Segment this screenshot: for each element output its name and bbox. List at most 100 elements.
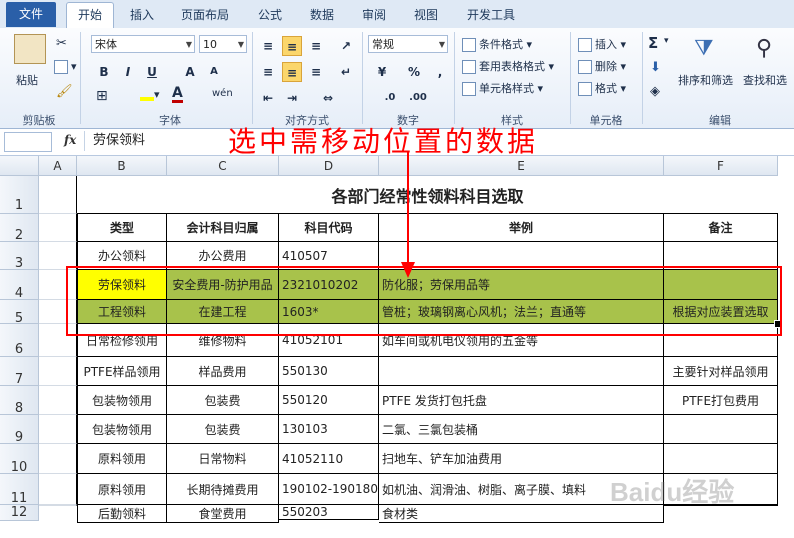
row-header[interactable]: 12	[0, 505, 39, 521]
data-cell[interactable]: 41052101	[279, 324, 379, 357]
insert-cells-button[interactable]: 插入 ▾	[578, 36, 626, 52]
row-header[interactable]: 11	[0, 474, 39, 506]
data-cell[interactable]: 在建工程	[167, 300, 279, 324]
fill-icon[interactable]: ⬇	[650, 60, 661, 75]
data-cell[interactable]: 1603*	[279, 300, 379, 324]
align-right-icon[interactable]: ≡	[306, 62, 326, 82]
empty-cell[interactable]	[39, 474, 77, 505]
data-cell[interactable]: 日常检修领用	[77, 324, 167, 357]
cell-styles-button[interactable]: 单元格样式 ▾	[462, 80, 543, 96]
merge-center-icon[interactable]: ⇔	[318, 88, 338, 108]
row-header[interactable]: 3	[0, 242, 39, 271]
align-middle-icon[interactable]: ≡	[282, 36, 302, 56]
fill-color-icon[interactable]: ▾	[140, 88, 160, 101]
data-cell[interactable]: 防化服；劳保用品等	[379, 270, 664, 300]
data-cell[interactable]	[379, 357, 664, 386]
data-cell[interactable]: 130103	[279, 415, 379, 444]
align-left-icon[interactable]: ≡	[258, 62, 278, 82]
paste-button[interactable]: 粘贴	[16, 72, 38, 88]
format-painter-icon[interactable]: 🖌	[56, 84, 73, 99]
clear-icon[interactable]: ◈	[650, 84, 660, 99]
autosum-button[interactable]: Σ	[648, 34, 658, 52]
empty-cell[interactable]	[39, 176, 77, 214]
data-cell[interactable]: 如车间或机电仪领用的五金等	[379, 324, 664, 357]
tab-formulas[interactable]: 公式	[250, 3, 290, 27]
conditional-format-button[interactable]: 条件格式 ▾	[462, 36, 532, 52]
data-cell[interactable]: 原料领用	[77, 444, 167, 474]
column-header[interactable]: F	[664, 156, 778, 176]
data-cell[interactable]: 维修物料	[167, 324, 279, 357]
tab-file[interactable]: 文件	[6, 2, 56, 27]
align-top-icon[interactable]: ≡	[258, 36, 278, 56]
data-cell[interactable]: 原料领用	[77, 474, 167, 505]
bold-button[interactable]: B	[94, 62, 114, 82]
tab-data[interactable]: 数据	[302, 3, 342, 27]
data-cell[interactable]	[664, 415, 778, 444]
data-cell[interactable]: PTFE打包费用	[664, 386, 778, 415]
empty-cell[interactable]	[39, 505, 77, 506]
data-cell[interactable]: PTFE 发货打包托盘	[379, 386, 664, 415]
shrink-font-button[interactable]: A	[204, 62, 224, 82]
header-cell[interactable]: 科目代码	[279, 214, 379, 242]
font-color-button[interactable]: A	[172, 86, 183, 103]
data-cell[interactable]: 劳保领料	[77, 270, 167, 300]
cut-icon[interactable]: ✂	[56, 36, 67, 51]
align-bottom-icon[interactable]: ≡	[306, 36, 326, 56]
data-cell[interactable]: 550203	[279, 505, 379, 520]
row-header[interactable]: 8	[0, 386, 39, 416]
autosum-dropdown-icon[interactable]: ▾	[664, 36, 669, 46]
row-header[interactable]: 10	[0, 444, 39, 475]
data-cell[interactable]: 后勤领料	[77, 505, 167, 523]
copy-icon[interactable]: ▾	[54, 60, 77, 74]
header-cell[interactable]: 备注	[664, 214, 778, 242]
empty-cell[interactable]	[39, 386, 77, 415]
data-cell[interactable]: 550130	[279, 357, 379, 386]
tab-review[interactable]: 审阅	[354, 3, 394, 27]
empty-cell[interactable]	[39, 357, 77, 386]
phonetic-button[interactable]: wén	[212, 88, 233, 99]
grow-font-button[interactable]: A	[180, 62, 200, 82]
data-cell[interactable]: 550120	[279, 386, 379, 415]
comma-button[interactable]: ,	[430, 62, 450, 82]
data-cell[interactable]: 190102-190180	[279, 474, 379, 505]
row-header[interactable]: 6	[0, 324, 39, 357]
increase-decimal-icon[interactable]: .0	[380, 88, 400, 108]
currency-icon[interactable]: ¥	[372, 62, 392, 82]
row-header[interactable]: 2	[0, 214, 39, 243]
data-cell[interactable]: 根据对应装置选取	[664, 300, 778, 324]
paste-icon[interactable]	[14, 34, 46, 64]
data-cell[interactable]: 包装费	[167, 415, 279, 444]
find-select-button[interactable]: 查找和选	[743, 72, 787, 88]
tab-page-layout[interactable]: 页面布局	[172, 3, 238, 27]
data-cell[interactable]	[664, 242, 778, 270]
find-icon[interactable]: ⚲	[756, 36, 772, 61]
row-header[interactable]: 7	[0, 357, 39, 387]
empty-cell[interactable]	[39, 270, 77, 300]
empty-cell[interactable]	[39, 324, 77, 357]
row-header[interactable]: 4	[0, 270, 39, 301]
data-cell[interactable]: 食堂费用	[167, 505, 279, 523]
data-cell[interactable]: 样品费用	[167, 357, 279, 386]
data-cell[interactable]: 主要针对样品领用	[664, 357, 778, 386]
empty-cell[interactable]	[39, 214, 77, 242]
orientation-icon[interactable]: ↗	[336, 36, 356, 56]
italic-button[interactable]: I	[118, 62, 138, 82]
data-cell[interactable]: 管桩；玻璃钢离心风机；法兰；直通等	[379, 300, 664, 324]
header-cell[interactable]: 会计科目归属	[167, 214, 279, 242]
select-all-corner[interactable]	[0, 156, 39, 176]
data-cell[interactable]	[664, 324, 778, 357]
empty-cell[interactable]	[39, 415, 77, 444]
data-cell[interactable]: 办公领料	[77, 242, 167, 270]
increase-indent-icon[interactable]: ⇥	[282, 88, 302, 108]
data-cell[interactable]: 安全费用-防护用品	[167, 270, 279, 300]
sort-filter-icon[interactable]: ⧩	[694, 36, 714, 61]
number-format-combo[interactable]: 常规 ▼	[368, 35, 448, 53]
tab-insert[interactable]: 插入	[120, 3, 164, 27]
data-cell[interactable]: 包装费	[167, 386, 279, 415]
column-header[interactable]: A	[39, 156, 77, 176]
data-cell[interactable]	[379, 242, 664, 270]
data-cell[interactable]: 410507	[279, 242, 379, 270]
empty-cell[interactable]	[39, 300, 77, 324]
row-header[interactable]: 9	[0, 415, 39, 445]
delete-cells-button[interactable]: 删除 ▾	[578, 58, 626, 74]
